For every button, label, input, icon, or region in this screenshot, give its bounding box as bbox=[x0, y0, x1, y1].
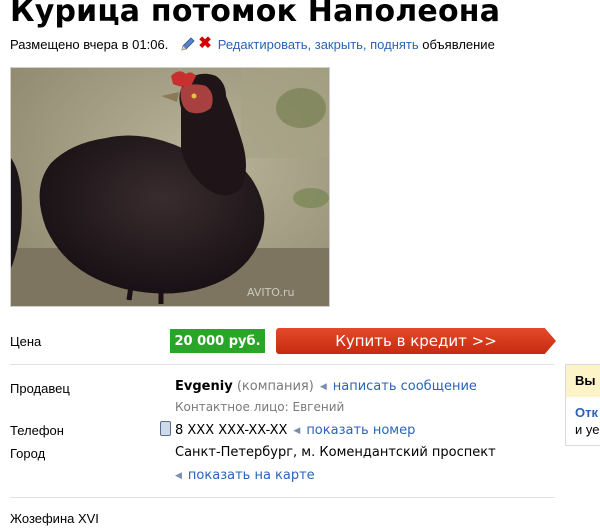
phone-info: 8 XXX XXX-XX-XX ◀ показать номер bbox=[160, 421, 415, 438]
post-meta: Размещено вчера в 01:06. ✖ Редактировать… bbox=[10, 36, 495, 52]
phone-number: 8 XXX XXX-XX-XX bbox=[175, 423, 288, 438]
photo-watermark: AVITO.ru bbox=[247, 286, 295, 299]
city-label: Город bbox=[10, 446, 46, 461]
seller-type: (компания) bbox=[236, 379, 314, 394]
contact-person: Контактное лицо: Евгений bbox=[175, 400, 345, 414]
phone-label: Телефон bbox=[10, 423, 64, 438]
city-value: Санкт-Петербург, м. Комендантский проспе… bbox=[175, 445, 496, 460]
close-icon[interactable]: ✖ bbox=[198, 36, 211, 52]
posted-time: Размещено вчера в 01:06. bbox=[10, 36, 169, 52]
triangle-left-icon: ◀ bbox=[319, 382, 327, 392]
listing-photo[interactable]: AVITO.ru bbox=[10, 67, 330, 307]
side-panel-text: и уе bbox=[575, 422, 600, 437]
side-panel-link[interactable]: Отк bbox=[566, 405, 600, 420]
edit-close-raise-link[interactable]: Редактировать, закрыть, поднять bbox=[218, 37, 419, 52]
side-panel-head: Вы bbox=[566, 365, 600, 397]
write-message-link[interactable]: написать сообщение bbox=[333, 379, 477, 394]
actions-suffix: объявление bbox=[422, 36, 495, 52]
show-number-link[interactable]: показать номер bbox=[306, 423, 415, 438]
map-link-row: ◀ показать на карте bbox=[175, 468, 315, 483]
page-title: Курица потомок Наполеона bbox=[10, 0, 501, 29]
price-label: Цена bbox=[10, 334, 42, 349]
description: Жозефина XVI bbox=[10, 511, 99, 526]
pencil-icon[interactable] bbox=[180, 36, 196, 52]
show-on-map-link[interactable]: показать на карте bbox=[188, 468, 315, 483]
side-panel: Вы Отк и уе bbox=[565, 364, 600, 446]
seller-info: Evgeniy (компания) ◀ написать сообщение bbox=[175, 379, 477, 394]
seller-name: Evgeniy bbox=[175, 379, 233, 394]
buy-on-credit-button[interactable]: Купить в кредит >> bbox=[276, 328, 556, 354]
seller-label: Продавец bbox=[10, 381, 70, 396]
divider bbox=[10, 497, 555, 498]
triangle-left-icon: ◀ bbox=[175, 471, 182, 481]
price-badge: 20 000 руб. bbox=[170, 329, 265, 353]
triangle-left-icon: ◀ bbox=[293, 426, 301, 436]
phone-icon bbox=[160, 421, 171, 436]
divider bbox=[10, 364, 555, 365]
